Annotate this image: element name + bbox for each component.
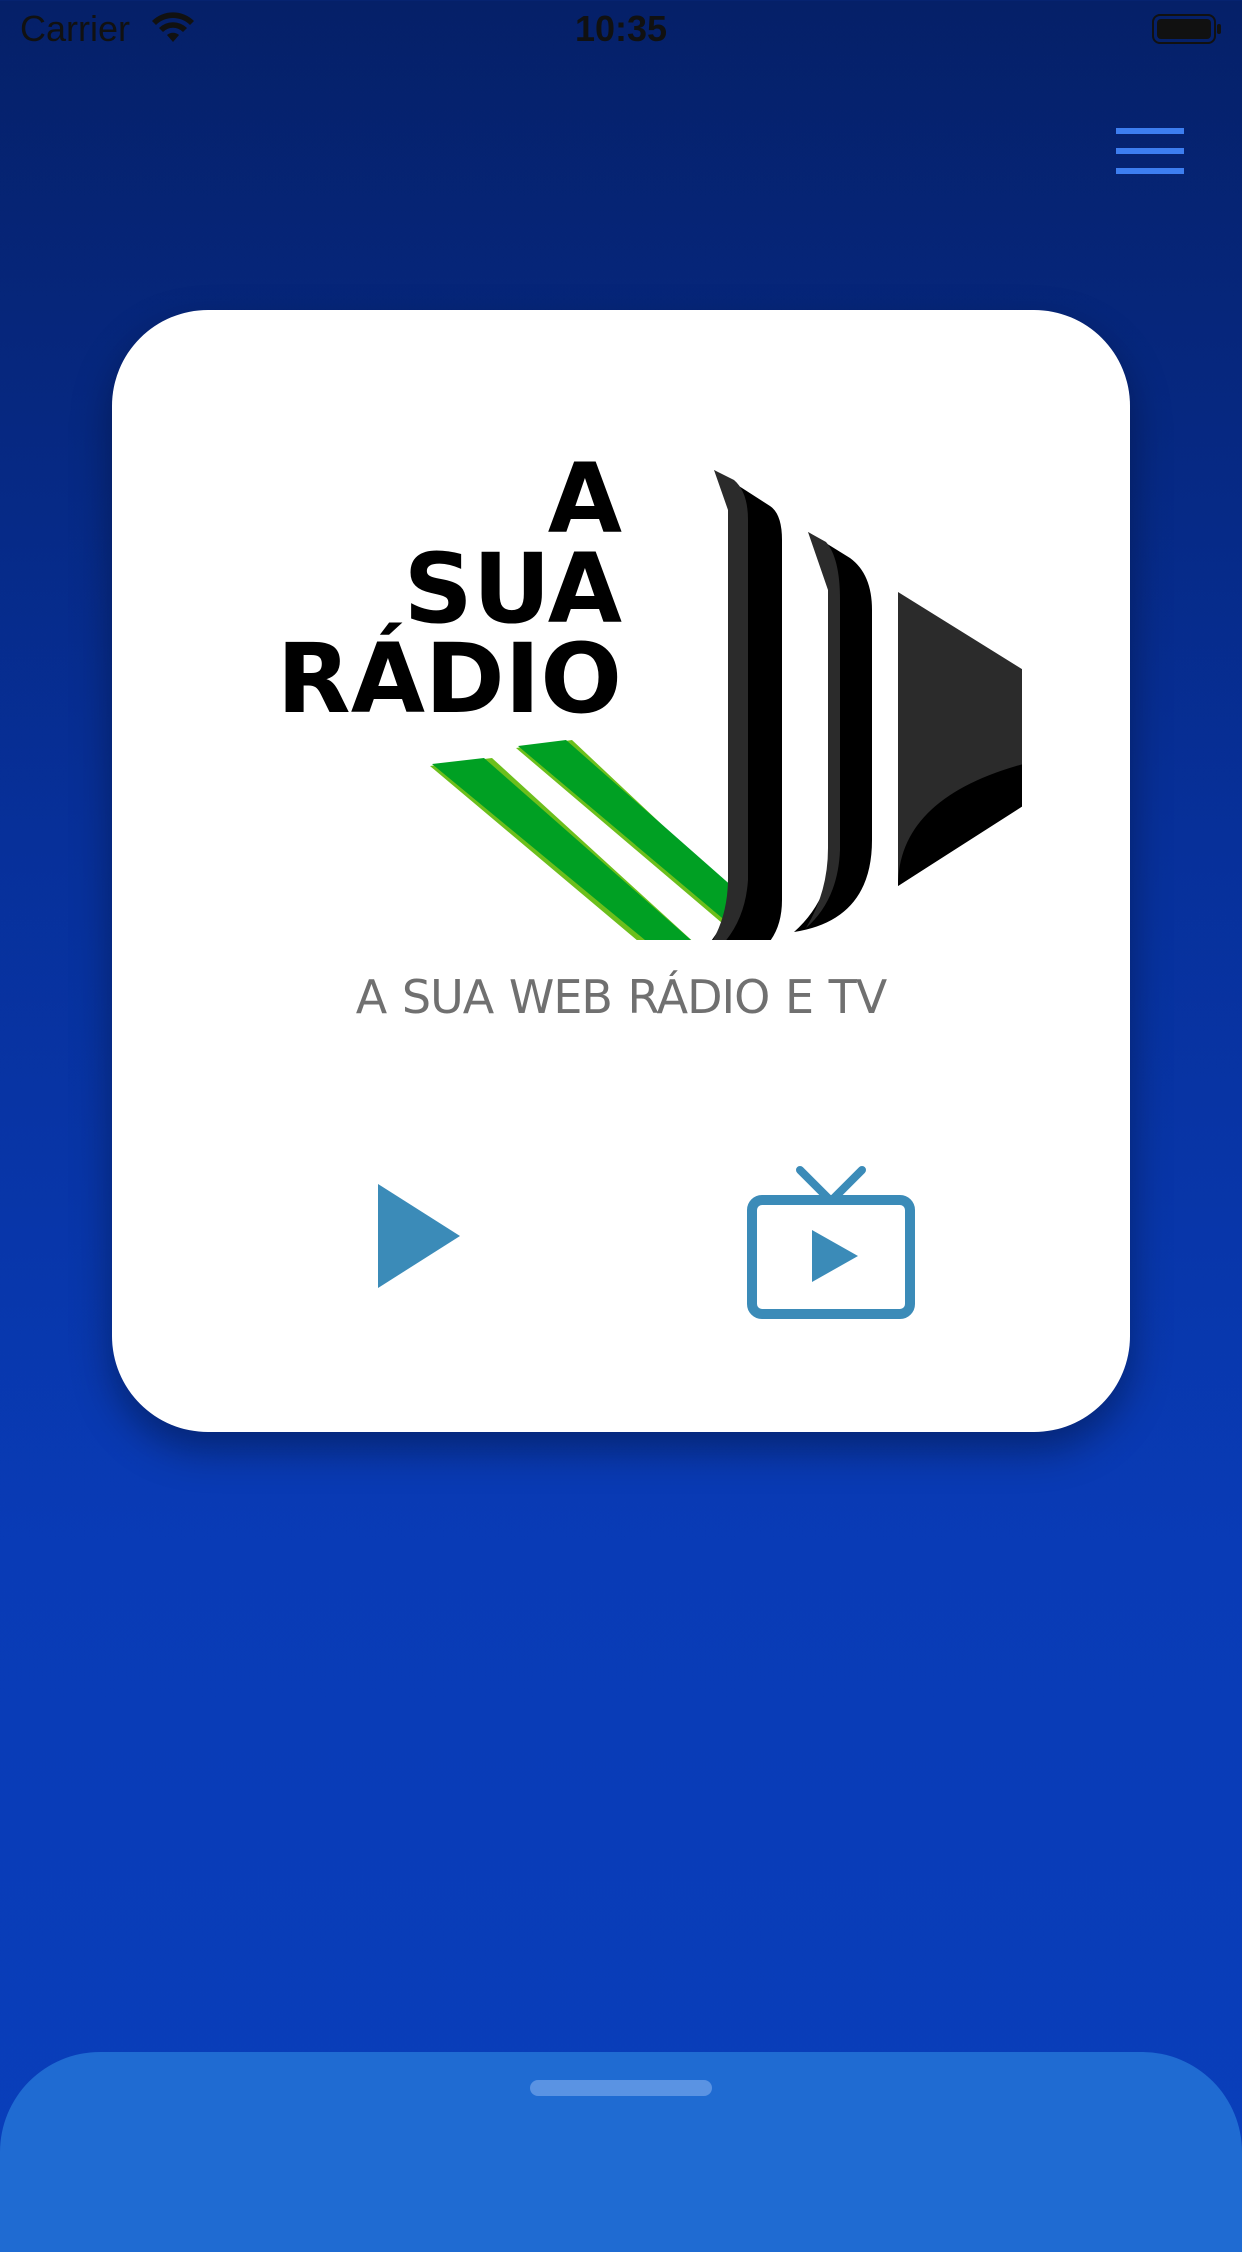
player-card: A SUA RÁDIO A SUA WEB RÁDIO E TV — [112, 310, 1130, 1432]
clock: 10:35 — [574, 8, 668, 49]
hamburger-menu-icon[interactable] — [1108, 120, 1188, 184]
station-logo: A SUA RÁDIO — [222, 380, 1022, 940]
logo-line-1: A — [547, 443, 622, 555]
logo-line-2: SUA — [403, 533, 622, 645]
tv-play-icon[interactable] — [744, 1166, 918, 1322]
tagline: A SUA WEB RÁDIO E TV — [355, 970, 887, 1024]
bottom-sheet[interactable] — [0, 2052, 1242, 2252]
sheet-drag-handle[interactable] — [530, 2080, 712, 2096]
play-icon[interactable] — [374, 1184, 464, 1294]
battery-icon — [1152, 14, 1221, 44]
logo-line-3: RÁDIO — [276, 623, 622, 735]
status-bar: Carrier 10:35 — [0, 0, 1242, 60]
